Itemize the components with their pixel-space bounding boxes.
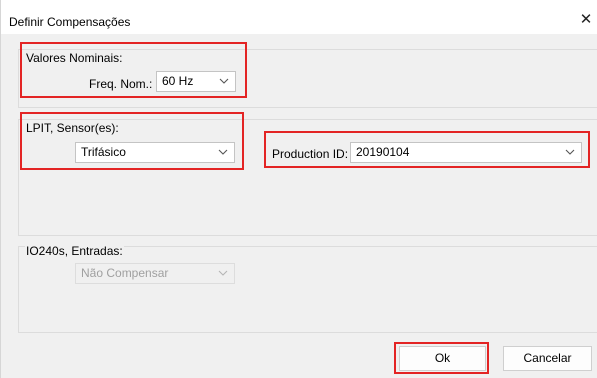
cancel-button[interactable]: Cancelar [503,346,592,371]
io240s-select: Não Compensar [75,263,235,284]
chevron-down-icon [219,78,229,84]
top-strip [1,0,597,4]
close-icon[interactable]: ✕ [578,12,594,28]
chevron-down-icon [565,149,575,155]
title-bar: Definir Compensações ✕ [1,0,597,34]
freq-nom-label: Freq. Nom.: [89,77,153,91]
chevron-down-icon [218,270,228,276]
ok-button[interactable]: Ok [399,346,486,371]
group-lpit-legend: LPIT, Sensor(es): [25,121,120,135]
dialog-title: Definir Compensações [9,15,131,29]
freq-nom-select[interactable]: 60 Hz [156,71,236,92]
chevron-down-icon [218,149,228,155]
group-valores-nominais-legend: Valores Nominais: [25,51,124,65]
production-id-value: 20190104 [356,145,410,159]
dialog-window: Definir Compensações ✕ Valores Nominais:… [0,0,597,378]
group-io240s [18,246,597,333]
sensor-select[interactable]: Trifásico [75,142,235,163]
group-lpit [18,119,597,236]
production-id-label: Production ID: [272,147,349,161]
io240s-value: Não Compensar [81,266,169,280]
sensor-value: Trifásico [81,145,126,159]
group-io240s-legend: IO240s, Entradas: [25,244,124,258]
freq-nom-value: 60 Hz [162,74,194,88]
production-id-select[interactable]: 20190104 [350,142,582,163]
